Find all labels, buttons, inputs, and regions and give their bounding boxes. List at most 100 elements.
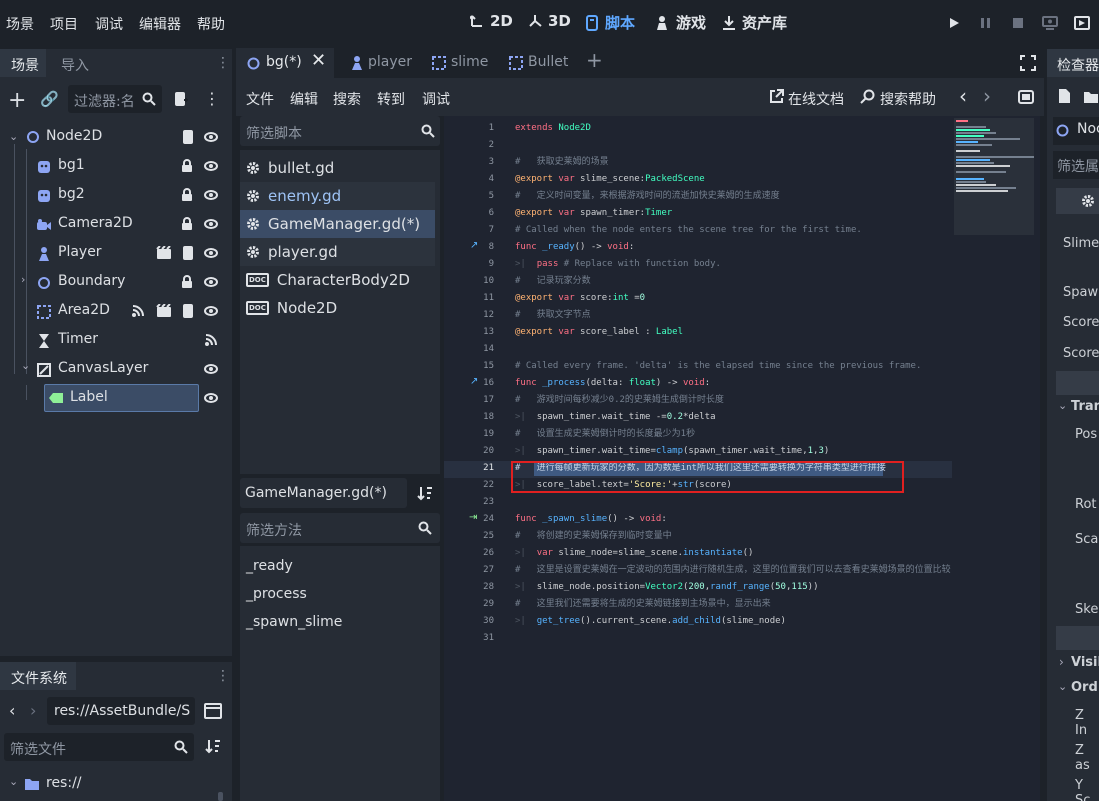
dock-menu-icon[interactable]: ⋮ (216, 55, 230, 71)
scene-filter-input[interactable]: 过滤器:名 (74, 91, 135, 111)
tree-node-player[interactable]: Player (58, 244, 102, 260)
tab-bullet[interactable]: Bullet (528, 54, 568, 70)
method-item[interactable]: _ready (246, 558, 293, 574)
collapse-arrow-icon[interactable]: ⌄ (9, 130, 18, 143)
visibility-eye-icon[interactable] (204, 305, 220, 321)
visibility-eye-icon[interactable] (204, 218, 220, 234)
menu-project[interactable]: 项目 (50, 14, 78, 34)
sort-icon[interactable] (417, 485, 433, 501)
visibility-eye-icon[interactable] (204, 392, 220, 408)
workspace-2d-button[interactable]: 2D (470, 12, 513, 30)
toggle-panel-icon[interactable] (1018, 90, 1034, 104)
visibility-eye-icon[interactable] (204, 276, 220, 292)
tab-player[interactable]: player (368, 54, 412, 70)
pause-button[interactable] (973, 10, 999, 36)
script-item-selected[interactable]: GameManager.gd(*) (240, 210, 435, 238)
section-ordering[interactable]: Ord (1071, 680, 1098, 695)
script-attached-icon[interactable] (181, 303, 197, 319)
script-attached-icon[interactable] (181, 129, 197, 145)
load-resource-icon[interactable] (1083, 90, 1099, 104)
file-filter-field[interactable]: 筛选文件 (4, 733, 194, 761)
workspace-3d-button[interactable]: 3D (528, 12, 571, 30)
visibility-eye-icon[interactable] (204, 131, 220, 147)
tree-node-label-row[interactable] (44, 384, 199, 412)
expand-arrow-icon[interactable]: › (1059, 655, 1064, 669)
tab-import[interactable]: 导入 (61, 55, 89, 75)
add-tab-icon[interactable]: + (586, 48, 603, 72)
path-field[interactable]: res://AssetBundle/S (47, 697, 195, 725)
fullscreen-icon[interactable] (1020, 55, 1036, 71)
tree-node-bg1[interactable]: bg1 (58, 157, 85, 173)
visibility-eye-icon[interactable] (204, 363, 220, 379)
attach-script-icon[interactable] (173, 90, 189, 108)
workspace-assetlib-button[interactable]: 资产库 (722, 12, 787, 33)
online-docs-button[interactable]: 在线文档 (788, 89, 844, 109)
filesystem-root[interactable]: res:// (46, 775, 82, 791)
collapse-arrow-icon[interactable]: ⌄ (1058, 399, 1067, 412)
method-filter-field[interactable]: 筛选方法 (240, 513, 440, 543)
method-item[interactable]: _process (246, 586, 307, 602)
visibility-eye-icon[interactable] (204, 189, 220, 205)
method-item[interactable]: _spawn_slime (246, 614, 342, 630)
visibility-eye-icon[interactable] (204, 160, 220, 176)
back-arrow-icon[interactable]: ‹ (9, 701, 15, 720)
tab-filesystem[interactable]: 文件系统 (11, 668, 67, 688)
menu-debug[interactable]: 调试 (95, 14, 123, 34)
tab-slime[interactable]: slime (451, 54, 488, 70)
search-help-button[interactable]: 搜索帮助 (880, 89, 936, 109)
collapse-arrow-icon[interactable]: ⌄ (1058, 680, 1067, 693)
script-item[interactable]: enemy.gd (240, 182, 435, 210)
script-item[interactable]: player.gd (240, 238, 435, 266)
lock-icon[interactable] (180, 188, 196, 204)
script-attached-icon[interactable] (181, 245, 197, 261)
menu-help[interactable]: 帮助 (197, 14, 225, 34)
script-item[interactable]: DOC Node2D (240, 294, 435, 322)
split-view-icon[interactable] (204, 703, 222, 719)
workspace-script-button[interactable]: 脚本 (585, 12, 635, 33)
menu-editor[interactable]: 编辑器 (139, 14, 181, 34)
remote-debug-button[interactable] (1037, 10, 1063, 36)
script-item[interactable]: bullet.gd (240, 154, 435, 182)
scene-options-icon[interactable]: ⋮ (204, 89, 220, 108)
filesystem-scrollbar[interactable] (218, 792, 223, 801)
script-filter-field[interactable]: 筛选脚本 (240, 116, 440, 146)
collapse-arrow-icon[interactable]: ⌄ (21, 359, 30, 372)
path-input[interactable]: res://AssetBundle/S (54, 703, 190, 719)
add-node-icon[interactable]: + (8, 88, 26, 113)
method-filter-input[interactable]: 筛选方法 (246, 520, 302, 540)
visibility-eye-icon[interactable] (204, 247, 220, 263)
play-scene-button[interactable] (1069, 10, 1095, 36)
lock-icon[interactable] (180, 159, 196, 175)
prev-script-icon[interactable]: ‹ (959, 84, 967, 108)
lock-icon[interactable] (180, 275, 196, 291)
script-filter-input[interactable]: 筛选脚本 (246, 123, 302, 143)
script-menu-search[interactable]: 搜索 (333, 89, 361, 109)
script-menu-file[interactable]: 文件 (246, 89, 274, 109)
workspace-game-button[interactable]: 游戏 (654, 12, 706, 33)
signal-icon[interactable] (204, 333, 220, 349)
next-script-icon[interactable]: › (983, 84, 991, 108)
instance-scene-icon[interactable] (156, 246, 172, 262)
tree-node-bg2[interactable]: bg2 (58, 186, 85, 202)
file-filter-input[interactable]: 筛选文件 (10, 739, 66, 759)
sort-icon[interactable] (205, 738, 221, 754)
tree-node-label[interactable]: Label (70, 389, 108, 405)
stop-button[interactable] (1005, 10, 1031, 36)
tree-node-node2d[interactable]: Node2D (46, 128, 102, 144)
instance-scene-icon[interactable] (156, 304, 172, 320)
script-menu-edit[interactable]: 编辑 (290, 89, 318, 109)
tab-scene[interactable]: 场景 (11, 55, 39, 75)
tree-node-camera2d[interactable]: Camera2D (58, 215, 133, 231)
section-visibility[interactable]: Visil (1071, 655, 1099, 670)
tree-node-area2d[interactable]: Area2D (58, 302, 110, 318)
script-item[interactable]: DOC CharacterBody2D (240, 266, 435, 294)
script-menu-debug[interactable]: 调试 (422, 89, 450, 109)
property-filter-input[interactable]: 筛选属 (1057, 156, 1099, 176)
tab-bg-active[interactable]: bg(*) ✕ (236, 48, 334, 78)
forward-arrow-icon[interactable]: › (30, 701, 36, 720)
script-menu-goto[interactable]: 转到 (377, 89, 405, 109)
tree-node-canvaslayer[interactable]: CanvasLayer (58, 360, 148, 376)
new-resource-icon[interactable] (1057, 88, 1071, 104)
signal-icon[interactable] (131, 304, 147, 320)
lock-icon[interactable] (180, 217, 196, 233)
